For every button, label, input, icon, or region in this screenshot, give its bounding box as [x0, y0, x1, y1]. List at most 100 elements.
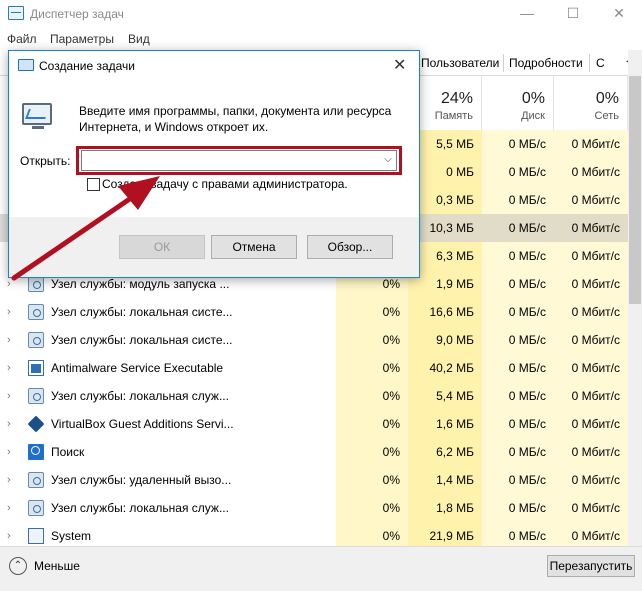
task-manager-icon — [8, 6, 24, 20]
admin-checkbox-label[interactable]: Создать задачу с правами администратора. — [102, 177, 348, 191]
dialog-close-button[interactable]: ✕ — [393, 55, 406, 75]
disk-value: 0 МБ/с — [482, 522, 554, 546]
expand-chevron-icon[interactable]: › — [7, 334, 15, 346]
memory-value: 1,6 МБ — [408, 410, 482, 438]
memory-value: 21,9 МБ — [408, 522, 482, 546]
menu-options[interactable]: Параметры — [50, 32, 114, 46]
process-name: Узел службы: удаленный вызо... — [51, 473, 232, 487]
expand-chevron-icon[interactable]: › — [7, 474, 15, 486]
disk-value: 0 МБ/с — [482, 438, 554, 466]
expand-chevron-icon[interactable]: › — [7, 502, 15, 514]
tab-services[interactable]: С — [596, 56, 605, 70]
disk-value: 0 МБ/с — [482, 270, 554, 298]
virtualbox-icon — [27, 415, 45, 433]
network-value: 0 Мбит/с — [554, 214, 628, 242]
close-button[interactable]: ✕ — [596, 0, 642, 28]
process-name: VirtualBox Guest Additions Servi... — [51, 417, 234, 431]
cpu-value: 0% — [336, 382, 408, 410]
cancel-button[interactable]: Отмена — [211, 235, 297, 259]
chevron-up-icon[interactable]: ⌃ — [9, 557, 27, 575]
menu-file[interactable]: Файл — [7, 32, 37, 46]
gear-icon — [28, 472, 44, 488]
network-value: 0 Мбит/с — [554, 186, 628, 214]
cpu-value: 0% — [336, 354, 408, 382]
minimize-button[interactable]: — — [504, 0, 550, 28]
network-value: 0 Мбит/с — [554, 410, 628, 438]
process-row[interactable]: › Поиск 0% 6,2 МБ 0 МБ/с 0 Мбит/с — [0, 438, 628, 466]
disk-percent: 0% — [521, 90, 545, 107]
column-disk[interactable]: 0% Диск — [482, 76, 554, 130]
process-name: Поиск — [51, 445, 85, 459]
column-network[interactable]: 0% Сеть — [554, 76, 628, 130]
browse-button[interactable]: Обзор... — [307, 235, 393, 259]
ok-button[interactable]: ОК — [119, 235, 205, 259]
run-icon — [18, 59, 34, 71]
process-row[interactable]: › Узел службы: локальная систе... 0% 9,0 МБ… — [0, 326, 628, 354]
chevron-down-icon[interactable]: ⌵ — [381, 152, 395, 168]
process-row[interactable]: › System 0% 21,9 МБ 0 МБ/с 0 Мбит/с — [0, 522, 628, 546]
disk-value: 0 МБ/с — [482, 158, 554, 186]
expand-chevron-icon[interactable]: › — [7, 530, 15, 542]
system-icon — [28, 528, 44, 544]
fewer-details-link[interactable]: Меньше — [34, 559, 80, 573]
expand-chevron-icon[interactable]: › — [7, 390, 15, 402]
process-name: Узел службы: локальная служ... — [51, 501, 229, 515]
expand-chevron-icon[interactable]: › — [7, 446, 15, 458]
cpu-value: 0% — [336, 494, 408, 522]
network-value: 0 Мбит/с — [554, 494, 628, 522]
tab-details[interactable]: Подробности — [509, 56, 583, 70]
scrollbar-thumb[interactable] — [629, 76, 641, 304]
create-task-dialog: Создание задачи ✕ Введите имя программы,… — [8, 50, 420, 278]
memory-value: 6,2 МБ — [408, 438, 482, 466]
cpu-value: 0% — [336, 466, 408, 494]
menu-view[interactable]: Вид — [128, 32, 150, 46]
disk-value: 0 МБ/с — [482, 494, 554, 522]
expand-chevron-icon[interactable]: › — [7, 306, 15, 318]
dialog-description: Введите имя программы, папки, документа … — [79, 104, 392, 134]
memory-value: 5,4 МБ — [408, 382, 482, 410]
network-value: 0 Мбит/с — [554, 242, 628, 270]
disk-value: 0 МБ/с — [482, 242, 554, 270]
menu-bar: Файл Параметры Вид — [0, 28, 642, 48]
cpu-value: 0% — [336, 326, 408, 354]
process-name: Узел службы: локальная систе... — [51, 333, 233, 347]
disk-value: 0 МБ/с — [482, 130, 554, 158]
expand-chevron-icon[interactable]: › — [7, 362, 15, 374]
maximize-button[interactable]: ☐ — [550, 0, 596, 28]
disk-value: 0 МБ/с — [482, 214, 554, 242]
tab-users[interactable]: Пользователи — [421, 56, 499, 70]
process-row[interactable]: › Узел службы: локальная систе... 0% 16,6 М… — [0, 298, 628, 326]
expand-chevron-icon[interactable]: › — [7, 418, 15, 430]
process-row[interactable]: › Antimalware Service Executable 0% 40,2 МБ… — [0, 354, 628, 382]
open-combobox-input[interactable] — [81, 150, 397, 171]
process-name: Узел службы: локальная систе... — [51, 305, 233, 319]
expand-chevron-icon[interactable]: › — [7, 278, 15, 290]
window-icon — [28, 360, 44, 376]
network-value: 0 Мбит/с — [554, 298, 628, 326]
tab-divider — [589, 54, 590, 72]
title-bar: Диспетчер задач — ☐ ✕ — [0, 0, 642, 28]
network-value: 0 Мбит/с — [554, 270, 628, 298]
network-label: Сеть — [594, 110, 619, 122]
footer-bar: ⌃ Меньше Перезапустить — [0, 546, 642, 591]
gear-icon — [28, 276, 44, 292]
search-app-icon — [28, 444, 44, 460]
network-value: 0 Мбит/с — [554, 466, 628, 494]
window-title: Диспетчер задач — [30, 7, 124, 21]
cpu-value: 0% — [336, 410, 408, 438]
tab-divider — [503, 54, 504, 72]
process-row[interactable]: › Узел службы: локальная служ... 0% 1,8 МБ 0… — [0, 494, 628, 522]
memory-value: 16,6 МБ — [408, 298, 482, 326]
open-label: Открыть: — [20, 154, 71, 168]
restart-button[interactable]: Перезапустить — [547, 555, 635, 577]
network-value: 0 Мбит/с — [554, 522, 628, 546]
memory-value: 1,4 МБ — [408, 466, 482, 494]
process-row[interactable]: › VirtualBox Guest Additions Servi... 0% 1,… — [0, 410, 628, 438]
process-name: System — [51, 529, 92, 543]
process-row[interactable]: › Узел службы: удаленный вызо... 0% 1,4 МБ 0… — [0, 466, 628, 494]
admin-checkbox[interactable] — [87, 178, 100, 191]
process-row[interactable]: › Узел службы: локальная служ... 0% 5,4 МБ 0… — [0, 382, 628, 410]
dialog-title: Создание задачи — [39, 59, 135, 73]
memory-value: 1,8 МБ — [408, 494, 482, 522]
network-value: 0 Мбит/с — [554, 326, 628, 354]
